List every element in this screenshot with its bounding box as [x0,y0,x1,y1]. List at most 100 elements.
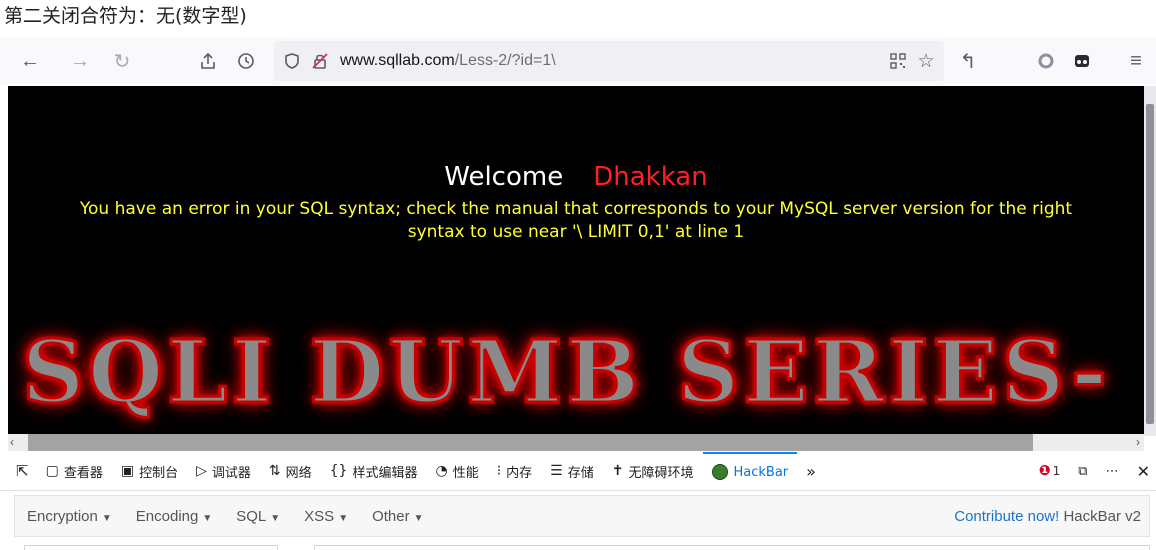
welcome-heading: Welcome Dhakkan [8,162,1144,192]
url-text: www.sqllab.com/Less-2/?id=1\ [340,52,556,70]
tab-hackbar[interactable]: HackBar [702,452,798,490]
performance-icon: ◔ [435,463,448,479]
hackbar-version: HackBar v2 [1063,507,1141,525]
tab-performance[interactable]: ◔ 性能 [426,452,487,490]
url-bar[interactable]: www.sqllab.com/Less-2/?id=1\ ☆ [274,41,944,81]
screenshot-button[interactable] [190,43,226,79]
menu-label: Encoding [135,507,199,525]
style-editor-icon: {} [329,463,348,479]
tab-console[interactable]: ▣ 控制台 [112,452,187,490]
history-button[interactable] [228,43,264,79]
caret-down-icon: ▼ [270,512,281,524]
shield-icon[interactable] [280,49,304,73]
qr-code-icon[interactable] [886,49,910,73]
close-devtools-button[interactable]: ✕ [1128,452,1156,490]
menu-encoding[interactable]: Encoding ▼ [124,508,224,525]
caret-down-icon: ▼ [338,512,349,524]
tab-label: 控制台 [139,465,179,481]
menu-button[interactable]: ≡ [1118,43,1154,79]
caret-down-icon: ▼ [413,512,424,524]
menu-encryption[interactable]: Encryption ▼ [15,508,124,525]
tab-memory[interactable]: ⁝ 内存 [488,452,541,490]
arrow-left-icon: ← [20,49,40,72]
sql-error-message: You have an error in your SQL syntax; ch… [28,198,1124,244]
reload-button[interactable]: ↻ [104,43,140,79]
arrow-right-icon: → [70,49,90,72]
inspector-icon: ▢ [45,463,59,479]
tab-inspector[interactable]: ▢ 查看器 [37,452,112,490]
screenshot-icon [201,52,215,69]
caret-down-icon: ▼ [202,512,213,524]
contribute-link[interactable]: Contribute now! [954,508,1059,525]
tab-label: 存储 [567,465,594,481]
reply-arrow-icon: ↰ [959,50,977,73]
tab-style-editor[interactable]: {} 样式编辑器 [321,452,427,490]
tab-storage[interactable]: ☰ 存储 [541,452,603,490]
tab-accessibility[interactable]: ✝ 无障碍环境 [603,452,703,490]
welcome-text: Welcome [444,162,564,192]
ellipsis-icon: ⋯ [1105,463,1119,479]
browser-navbar: ← → ↻ www.sqllab.com/Less-2/?id=1\ ☆ ↰ ≡ [0,37,1156,85]
horizontal-scrollbar[interactable]: ‹ › [8,434,1144,451]
horizontal-scroll-thumb[interactable] [28,434,1033,451]
tab-debugger[interactable]: ▷ 调试器 [187,452,260,490]
mask-extension-button[interactable] [1064,43,1100,79]
hamburger-icon: ≡ [1130,49,1142,72]
user-name: Dhakkan [593,162,708,192]
extension-button[interactable] [1028,43,1064,79]
insecure-lock-icon[interactable] [308,49,332,73]
tab-network[interactable]: ⇅ 网络 [260,452,321,490]
menu-xss[interactable]: XSS ▼ [292,508,360,525]
element-picker-button[interactable]: ⇱ [0,452,37,490]
tab-label: 内存 [506,465,533,481]
page-viewport: Welcome Dhakkan You have an error in your… [8,86,1144,436]
tab-label: 样式编辑器 [352,465,418,481]
accessibility-icon: ✝ [611,463,624,479]
bookmark-star-icon[interactable]: ☆ [914,49,938,73]
scroll-left-icon[interactable]: ‹ [10,435,14,449]
close-icon: ✕ [1136,461,1150,481]
caret-down-icon: ▼ [101,512,112,524]
error-icon: ❶ [1038,463,1051,479]
tab-label: 网络 [285,465,312,481]
picker-icon: ⇱ [16,462,29,480]
dock-icon: ⧉ [1078,463,1088,479]
menu-other[interactable]: Other ▼ [360,508,435,525]
tab-label: 性能 [452,465,479,481]
hackbar-icon [711,464,728,480]
dock-button[interactable]: ⧉ [1069,452,1096,490]
url-host: www.sqllab.com [340,52,455,69]
circle-icon [1038,53,1054,69]
share-button[interactable]: ↰ [950,43,986,79]
sql-error-line-1: You have an error in your SQL syntax; ch… [79,199,1073,219]
scroll-right-icon[interactable]: › [1136,435,1140,449]
error-count-badge[interactable]: ❶1 [1030,452,1070,490]
network-icon: ⇅ [268,463,281,479]
menu-label: SQL [236,507,267,525]
contribute-area: Contribute now! HackBar v2 [954,508,1141,525]
memory-icon: ⁝ [496,463,502,479]
menu-label: Other [372,507,410,525]
sql-error-line-2: syntax to use near '\ LIMIT 0,1' at line… [407,222,745,242]
mask-icon [1075,55,1089,67]
back-button[interactable]: ← [12,43,48,79]
hackbar-menu-bar: Encryption ▼ Encoding ▼ SQL ▼ XSS ▼ Other ▼ C… [14,495,1150,537]
tab-label: 无障碍环境 [628,465,694,481]
reload-icon: ↻ [113,50,131,73]
caption-text: 第二关闭合符为：无(数字型) [4,5,247,27]
clock-icon [238,53,254,69]
forward-button[interactable]: → [62,43,98,79]
vertical-scroll-thumb[interactable] [1146,104,1154,424]
menu-label: Encryption [27,507,98,525]
devtools-toolbar: ⇱ ▢ 查看器 ▣ 控制台 ▷ 调试器 ⇅ 网络 {} 样式编辑器 ◔ 性能 ⁝ 内存 ☰ 存储… [0,452,1156,491]
vertical-scrollbar[interactable] [1144,86,1156,436]
url-path: /Less-2/?id=1\ [454,52,556,69]
debugger-icon: ▷ [196,463,207,479]
tab-label: 查看器 [63,465,103,481]
menu-sql[interactable]: SQL ▼ [224,508,292,525]
double-chevron-icon: » [806,461,816,481]
more-tabs-button[interactable]: » [797,452,825,490]
menu-label: XSS [304,507,335,525]
sqli-banner: SQLI DUMB SERIES- [21,321,1111,425]
more-options-button[interactable]: ⋯ [1097,452,1128,490]
